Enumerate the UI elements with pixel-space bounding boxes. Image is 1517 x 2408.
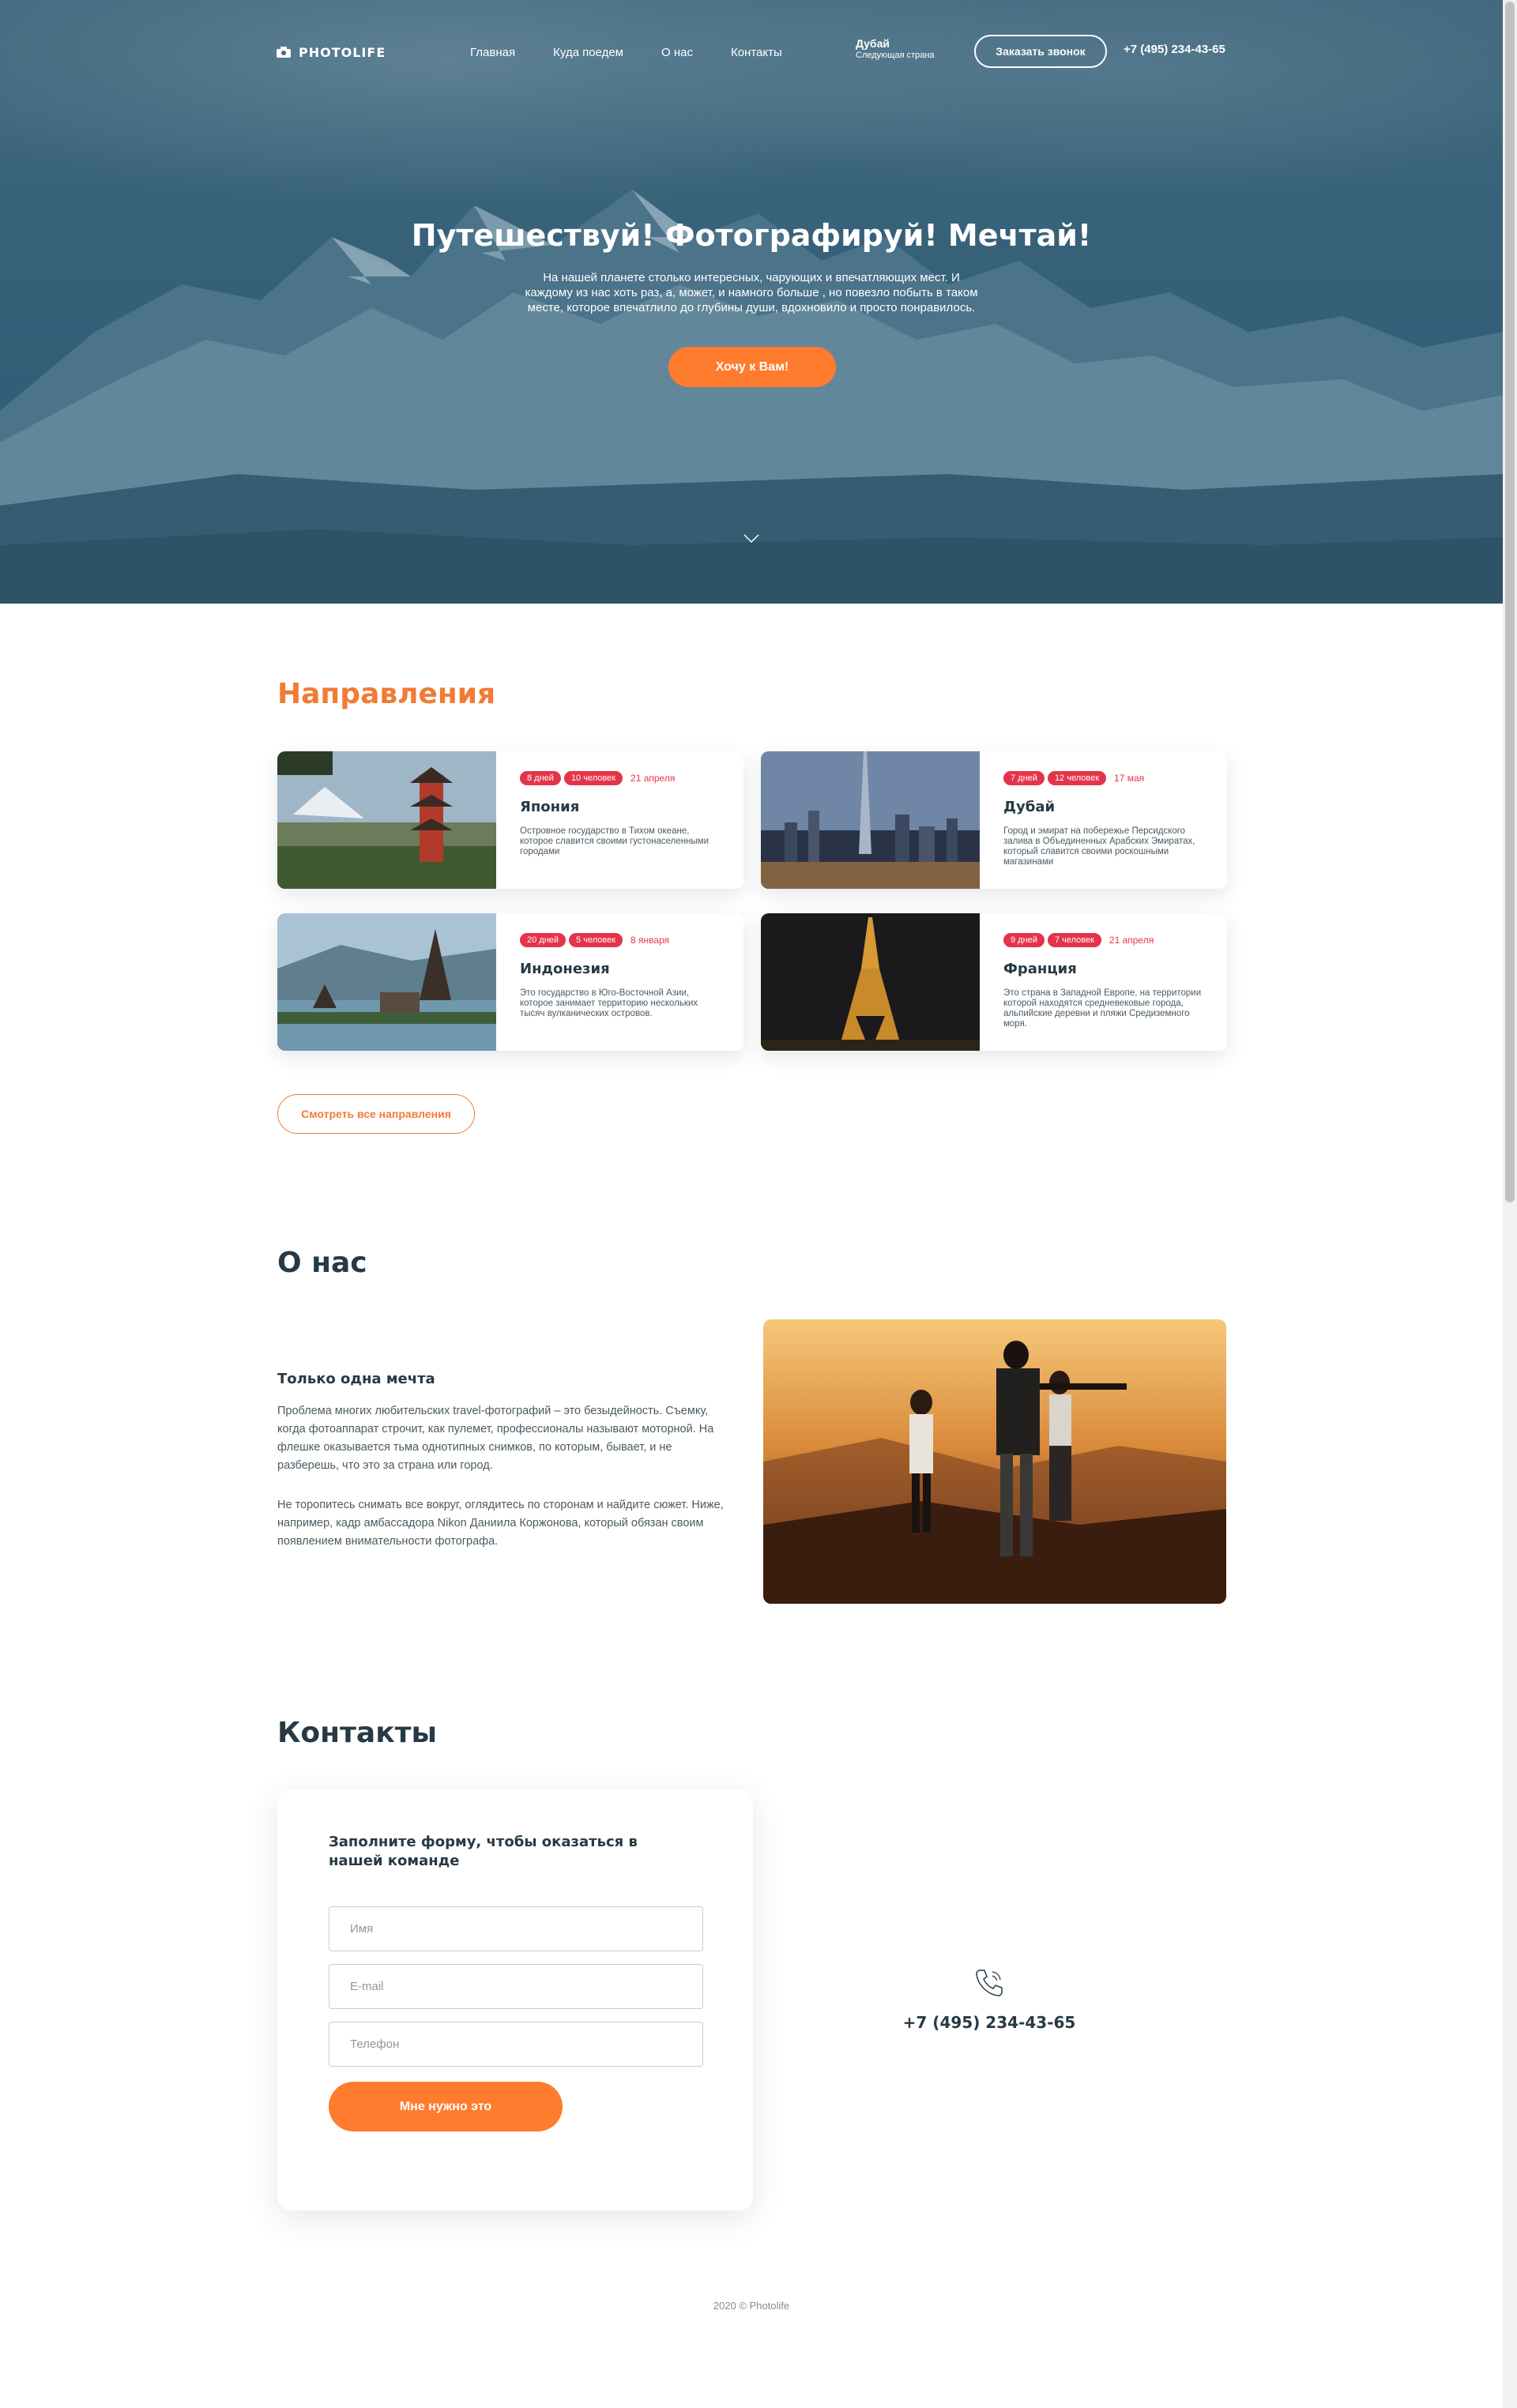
contact-phone[interactable]: +7 (495) 234-43-65 [869,2013,1109,2032]
hero-section: PHOTOLIFE Главная Куда поедем О нас Конт… [0,0,1503,604]
email-input[interactable] [329,1964,703,2009]
all-destinations-button[interactable]: Смотреть все направления [277,1094,475,1134]
phone-icon [976,1970,1003,1996]
people-badge: 7 человек [1047,933,1101,947]
trip-date: 21 апреля [631,773,676,784]
menu-item-home[interactable]: Главная [470,46,515,59]
days-badge: 7 дней [1003,771,1045,785]
hero-title: Путешествуй! Фотографируй! Мечтай! [411,218,1092,253]
about-title: О нас [277,1247,367,1279]
card-description: Это государство в Юго-Восточной Азии, ко… [520,988,698,1018]
submit-button[interactable]: Мне нужно это [329,2082,563,2131]
logo-text: PHOTOLIFE [299,44,386,60]
card-tags: 20 дней 5 человек 8 января [520,933,669,947]
contacts-title: Контакты [277,1717,438,1749]
destination-card-france[interactable]: 9 дней 7 человек 21 апреля Франция Это с… [761,913,1227,1051]
card-description: Это страна в Западной Европе, на террито… [1003,988,1202,1029]
days-badge: 20 дней [520,933,567,947]
about-photo [763,1319,1226,1604]
menu-item-about[interactable]: О нас [661,46,693,59]
main-menu: Главная Куда поедем О нас Контакты [470,46,820,59]
japan-photo [277,751,496,889]
card-title: Дубай [1003,799,1056,815]
card-title: Франция [1003,961,1077,977]
indonesia-photo [277,913,496,1051]
menu-item-contacts[interactable]: Контакты [731,46,782,59]
trip-date: 17 мая [1114,773,1145,784]
name-input[interactable] [329,1906,703,1951]
card-title: Япония [520,799,580,815]
people-badge: 10 человек [563,771,623,785]
page-scrollbar[interactable] [1503,0,1517,2408]
days-badge: 8 дней [520,771,561,785]
next-country[interactable]: Дубай Следующая страна [856,37,935,60]
destination-card-indonesia[interactable]: 20 дней 5 человек 8 января Индонезия Это… [277,913,743,1051]
card-description: Город и эмират на побережье Персидского … [1003,826,1195,867]
card-description: Островное государство в Тихом океане, ко… [520,826,710,856]
about-paragraph-2: Не торопитесь снимать все вокруг, огляди… [277,1499,724,1548]
phone-input[interactable] [329,2022,703,2067]
about-paragraph-1: Проблема многих любительских travel-фото… [277,1405,714,1472]
trip-date: 21 апреля [1109,935,1154,946]
trip-date: 8 января [631,935,670,946]
order-call-button[interactable]: Заказать звонок [974,35,1107,68]
next-country-label: Следующая страна [856,51,935,60]
days-badge: 9 дней [1003,933,1045,947]
form-title: Заполните форму, чтобы оказаться в нашей… [329,1834,638,1869]
card-tags: 9 дней 7 человек 21 апреля [1003,933,1154,947]
contact-form: Заполните форму, чтобы оказаться в нашей… [277,1789,753,2210]
scrollbar-thumb[interactable] [1505,2,1515,1202]
hero-cta-button[interactable]: Хочу к Вам! [668,347,836,387]
hero-text: На нашей планете столько интересных, чар… [525,271,978,314]
card-tags: 8 дней 10 человек 21 апреля [520,771,675,785]
people-badge: 12 человек [1047,771,1107,785]
footer-copyright: 2020 © Photolife [713,2300,790,2312]
directions-title: Направления [277,678,496,710]
logo[interactable]: PHOTOLIFE [277,45,386,60]
camera-icon [277,47,291,58]
dubai-photo [761,751,980,889]
about-subtitle: Только одна мечта [277,1371,435,1387]
destination-card-japan[interactable]: 8 дней 10 человек 21 апреля Япония Остро… [277,751,743,889]
next-country-name: Дубай [856,37,890,50]
destination-card-dubai[interactable]: 7 дней 12 человек 17 мая Дубай Город и э… [761,751,1227,889]
card-tags: 7 дней 12 человек 17 мая [1003,771,1144,785]
header-phone[interactable]: +7 (495) 234-43-65 [1124,43,1225,56]
france-photo [761,913,980,1051]
people-badge: 5 человек [569,933,623,947]
menu-item-destinations[interactable]: Куда поедем [553,46,623,59]
card-title: Индонезия [520,961,610,977]
top-nav: PHOTOLIFE Главная Куда поедем О нас Конт… [277,35,1226,68]
chevron-down-icon[interactable] [743,534,759,544]
